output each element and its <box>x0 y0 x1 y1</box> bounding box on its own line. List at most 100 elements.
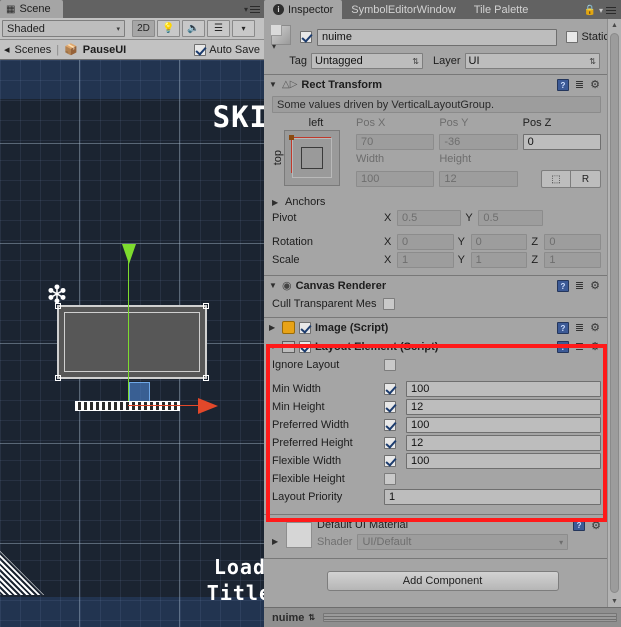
preferred-height-input[interactable]: 12 <box>406 435 601 451</box>
gizmo-y-axis-arrow[interactable] <box>122 244 136 264</box>
gameobject-icon[interactable]: ▾ <box>269 24 295 51</box>
foldout-triangle-icon[interactable]: ▶ <box>272 537 281 550</box>
footer-object-chip[interactable]: nuime ⇅ <box>268 611 320 624</box>
preferred-width-input[interactable]: 100 <box>406 417 601 433</box>
blueprint-mode-button[interactable]: ⬚ <box>540 170 571 188</box>
gizmo-x-axis-arrow[interactable] <box>198 398 218 414</box>
gear-icon[interactable]: ⚙ <box>590 321 600 334</box>
help-icon[interactable]: ? <box>556 340 569 353</box>
image-enabled-checkbox[interactable] <box>299 321 311 334</box>
lock-icon[interactable]: 🔒 <box>584 5 596 16</box>
resize-handle-br[interactable] <box>203 375 209 381</box>
tab-symboleditorwindow[interactable]: SymbolEditorWindow <box>342 0 465 19</box>
inspector-scrollbar[interactable]: ▲ ▼ <box>607 19 621 607</box>
pivot-x-input[interactable]: 0.5 <box>397 210 462 226</box>
tab-scene[interactable]: ▦ Scene <box>0 0 63 18</box>
resize-handle-tr[interactable] <box>203 303 209 309</box>
inspector-tab-menu[interactable]: 🔒 ▾ <box>584 5 616 16</box>
foldout-triangle-icon[interactable]: ▶ <box>269 323 278 332</box>
toggle-2d-button[interactable]: 2D <box>132 20 155 37</box>
gizmo-y-axis-line[interactable] <box>128 246 129 401</box>
scale-x-input[interactable]: 1 <box>397 252 454 268</box>
cull-transparent-checkbox[interactable] <box>382 298 395 310</box>
rotation-x-input[interactable]: 0 <box>397 234 454 250</box>
scroll-up-arrow-icon[interactable]: ▲ <box>608 19 621 31</box>
tab-tile-palette[interactable]: Tile Palette <box>465 0 538 19</box>
preset-icon[interactable]: ≣ <box>575 78 584 91</box>
effects-dropdown-button[interactable]: ▾ <box>232 20 255 37</box>
flexible-height-checkbox[interactable] <box>384 473 396 485</box>
gear-icon[interactable]: ⚙ <box>590 279 600 292</box>
component-header-rect-transform[interactable]: ▼ △▷ Rect Transform ? ≣ ⚙ <box>264 75 621 94</box>
foldout-triangle-icon[interactable]: ▶ <box>272 198 281 207</box>
help-icon[interactable]: ? <box>556 279 569 292</box>
gizmo-x-axis-line[interactable] <box>128 405 200 406</box>
flexible-width-checkbox[interactable] <box>384 455 396 467</box>
material-preview-swatch[interactable] <box>286 521 312 548</box>
preferred-width-checkbox[interactable] <box>384 419 396 431</box>
tab-inspector[interactable]: i Inspector <box>264 0 343 19</box>
toggle-lighting-button[interactable]: 💡 <box>157 20 180 37</box>
draw-mode-dropdown[interactable]: Shaded ▾ <box>2 20 125 37</box>
scale-y-input[interactable]: 1 <box>470 252 528 268</box>
anchor-preset-widget[interactable]: left top <box>272 117 348 191</box>
help-icon[interactable]: ? <box>573 519 586 531</box>
layer-dropdown[interactable]: UI ⇅ <box>464 53 600 69</box>
scrollbar-thumb[interactable] <box>610 33 619 593</box>
min-width-checkbox[interactable] <box>384 383 396 395</box>
scene-viewport[interactable]: SKI Load Title ❇ <box>0 60 264 627</box>
scroll-down-arrow-icon[interactable]: ▼ <box>608 595 621 607</box>
foldout-triangle-icon[interactable]: ▼ <box>269 80 278 89</box>
component-header-image[interactable]: ▶ Image (Script) ? ≣ ⚙ <box>264 318 621 337</box>
selected-ui-rect[interactable] <box>55 303 209 381</box>
static-checkbox[interactable] <box>566 31 579 43</box>
preferred-height-checkbox[interactable] <box>384 437 396 449</box>
footer-drag-bar[interactable] <box>323 613 617 622</box>
help-icon[interactable]: ? <box>556 321 569 334</box>
layout-element-enabled-checkbox[interactable] <box>299 340 311 353</box>
anchor-preset-box[interactable] <box>284 130 340 186</box>
gear-icon[interactable]: ⚙ <box>591 519 601 532</box>
raw-edit-button[interactable]: R <box>570 170 601 188</box>
shader-dropdown[interactable]: UI/Default ▾ <box>357 534 569 550</box>
resize-handle-bl[interactable] <box>55 375 61 381</box>
pos-z-input[interactable]: 0 <box>522 134 601 150</box>
breadcrumb-scene-name[interactable]: PauseUI <box>83 44 126 56</box>
tag-dropdown[interactable]: Untagged ⇅ <box>311 53 423 69</box>
pivot-gizmo-icon[interactable]: ❇ <box>44 282 70 308</box>
pos-x-input[interactable]: 70 <box>356 134 435 150</box>
gameobject-enabled-checkbox[interactable] <box>300 31 312 43</box>
preset-icon[interactable]: ≣ <box>575 279 584 292</box>
selected-layout-element[interactable] <box>75 401 180 411</box>
add-component-button[interactable]: Add Component <box>326 571 559 591</box>
preset-icon[interactable]: ≣ <box>575 340 584 353</box>
layout-priority-input[interactable]: 1 <box>384 489 601 505</box>
autosave-toggle[interactable]: Auto Save <box>194 43 260 56</box>
breadcrumb-scenes[interactable]: Scenes <box>15 44 52 56</box>
rotation-z-input[interactable]: 0 <box>544 234 602 250</box>
effects-button[interactable]: ☰ <box>207 20 230 37</box>
foldout-triangle-icon[interactable]: ▼ <box>269 342 278 351</box>
scene-tab-menu[interactable]: ▾ <box>244 4 260 15</box>
rotation-y-input[interactable]: 0 <box>470 234 528 250</box>
preset-icon[interactable]: ≣ <box>575 321 584 334</box>
flexible-width-input[interactable]: 100 <box>406 453 601 469</box>
foldout-triangle-icon[interactable]: ▼ <box>269 281 278 290</box>
pivot-y-input[interactable]: 0.5 <box>478 210 543 226</box>
min-height-checkbox[interactable] <box>384 401 396 413</box>
min-height-input[interactable]: 12 <box>406 399 601 415</box>
component-header-canvas-renderer[interactable]: ▼ ◉ Canvas Renderer ? ≣ ⚙ <box>264 276 621 295</box>
min-width-input[interactable]: 100 <box>406 381 601 397</box>
gameobject-name-input[interactable]: nuime <box>317 28 558 46</box>
pos-y-input[interactable]: -36 <box>439 134 518 150</box>
gear-icon[interactable]: ⚙ <box>590 340 600 353</box>
chevron-down-icon[interactable]: ▾ <box>272 42 276 51</box>
scale-z-input[interactable]: 1 <box>544 252 602 268</box>
anchors-foldout[interactable]: ▶ Anchors <box>264 195 621 209</box>
autosave-checkbox[interactable] <box>194 43 207 56</box>
toggle-audio-button[interactable]: 🔈 <box>182 20 205 37</box>
child-ui-element[interactable] <box>129 382 150 402</box>
height-input[interactable]: 12 <box>439 171 518 187</box>
help-icon[interactable]: ? <box>556 78 569 91</box>
component-header-layout-element[interactable]: ▼ Layout Element (Script) ? ≣ ⚙ <box>264 337 621 356</box>
